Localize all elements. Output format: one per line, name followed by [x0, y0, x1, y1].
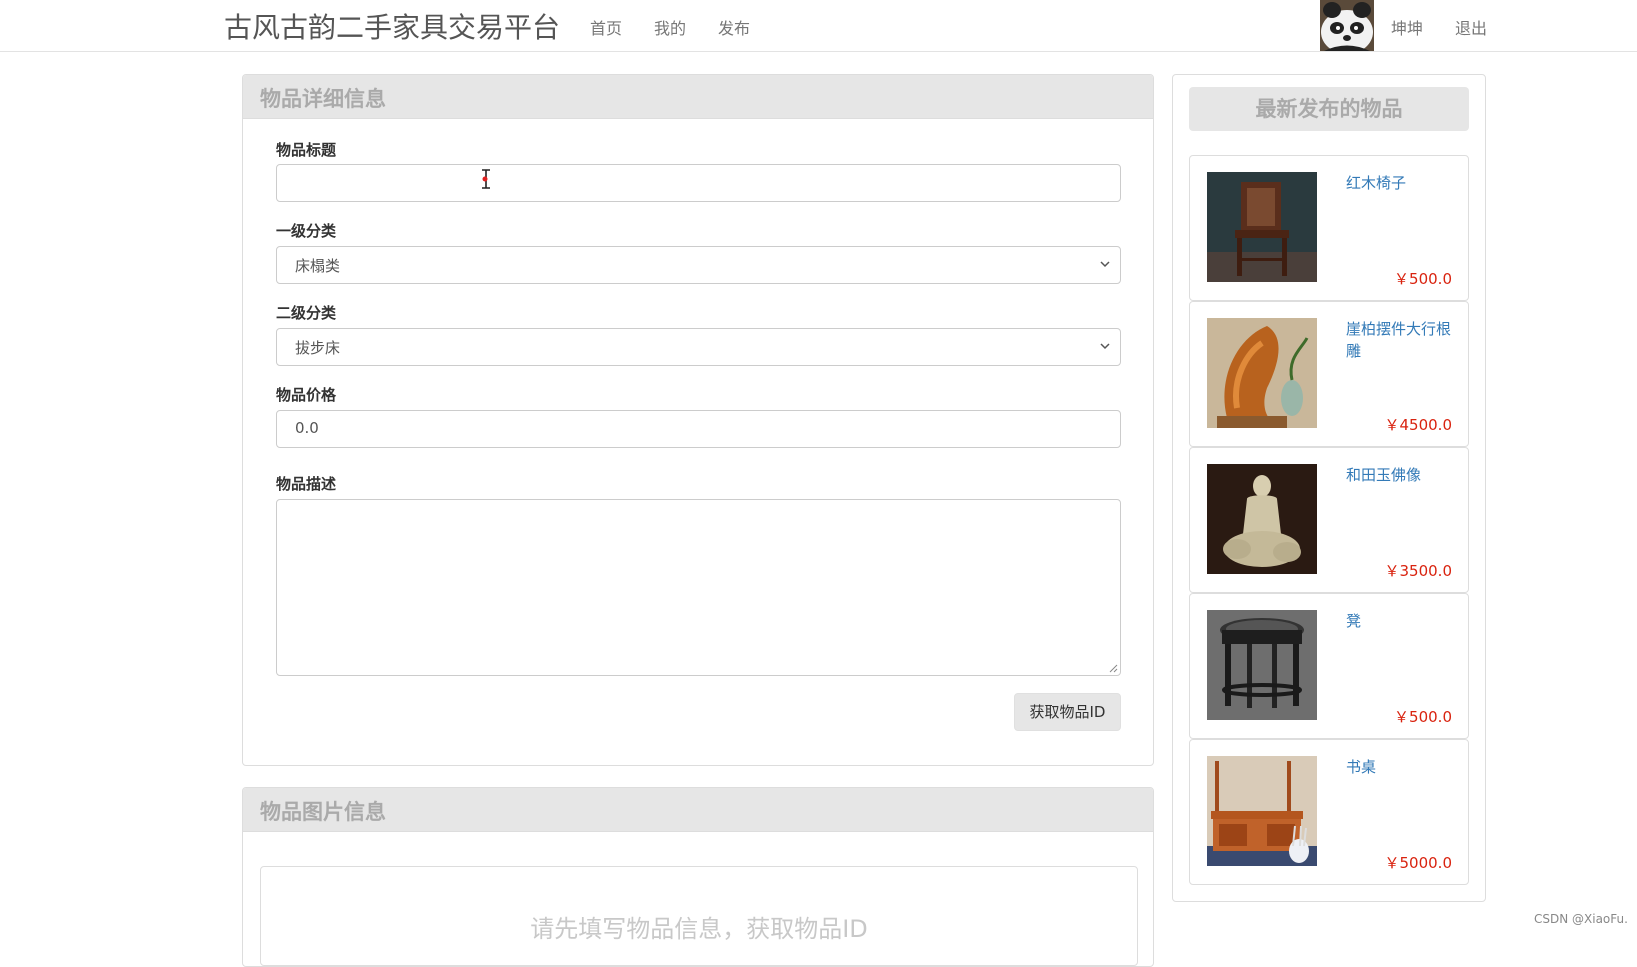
category1-select[interactable]: 床榻类 — [276, 246, 1121, 284]
item-title-link[interactable]: 凳 — [1346, 610, 1456, 632]
latest-item-card[interactable]: 和田玉佛像 ￥3500.0 — [1189, 447, 1469, 593]
item-title-input[interactable] — [276, 164, 1121, 202]
item-image-heading: 物品图片信息 — [243, 788, 1153, 832]
item-thumbnail[interactable] — [1207, 464, 1317, 574]
latest-items-heading: 最新发布的物品 — [1189, 87, 1469, 131]
item-price: ￥500.0 — [1394, 708, 1452, 726]
item-price: ￥4500.0 — [1384, 416, 1453, 434]
category2-label: 二级分类 — [276, 304, 337, 322]
item-price: ￥3500.0 — [1384, 562, 1453, 580]
latest-items-sidebar: 最新发布的物品 红木椅子 ￥500.0 崖柏摆件大行根雕 ￥4500.0 和田玉… — [1172, 74, 1486, 902]
category1-label: 一级分类 — [276, 222, 337, 240]
item-thumbnail[interactable] — [1207, 610, 1317, 720]
latest-item-card[interactable]: 红木椅子 ￥500.0 — [1189, 155, 1469, 301]
item-detail-panel: 物品详细信息 物品标题 一级分类 床榻类 二级分类 拔步床 物品价格 0.0 物… — [242, 74, 1154, 766]
item-desc-textarea[interactable] — [276, 499, 1121, 676]
resize-grip-icon[interactable] — [1108, 663, 1118, 673]
item-title-link[interactable]: 红木椅子 — [1346, 172, 1456, 194]
panda-avatar-icon — [1320, 0, 1374, 51]
jade-buddha-image-icon — [1207, 464, 1317, 574]
nav-publish-link[interactable]: 发布 — [718, 15, 750, 39]
image-upload-hint: 请先填写物品信息，获取物品ID — [530, 915, 868, 943]
item-price-input[interactable]: 0.0 — [276, 410, 1121, 448]
item-price: ￥5000.0 — [1384, 854, 1453, 872]
get-item-id-button[interactable]: 获取物品ID — [1014, 693, 1121, 731]
text-cursor-icon — [482, 169, 490, 189]
top-navbar: 古风古韵二手家具交易平台 首页 我的 发布 坤坤 退出 — [0, 0, 1637, 52]
chevron-down-icon — [1100, 343, 1110, 350]
latest-item-card[interactable]: 凳 ￥500.0 — [1189, 593, 1469, 739]
stool-image-icon — [1207, 610, 1317, 720]
item-thumbnail[interactable] — [1207, 172, 1317, 282]
item-title-link[interactable]: 书桌 — [1346, 756, 1456, 778]
item-desc-label: 物品描述 — [276, 475, 337, 493]
item-image-panel: 物品图片信息 请先填写物品信息，获取物品ID — [242, 787, 1154, 967]
item-title-link[interactable]: 和田玉佛像 — [1346, 464, 1456, 486]
item-price-label: 物品价格 — [276, 386, 337, 404]
item-title-link[interactable]: 崖柏摆件大行根雕 — [1346, 318, 1456, 362]
nav-username-link[interactable]: 坤坤 — [1391, 15, 1423, 39]
chair-image-icon — [1207, 172, 1317, 282]
category1-selected-value: 床榻类 — [295, 257, 341, 275]
item-title-label: 物品标题 — [276, 141, 337, 159]
item-thumbnail[interactable] — [1207, 756, 1317, 866]
desk-image-icon — [1207, 756, 1317, 866]
category2-selected-value: 拔步床 — [295, 339, 341, 357]
item-thumbnail[interactable] — [1207, 318, 1317, 428]
latest-item-card[interactable]: 书桌 ￥5000.0 — [1189, 739, 1469, 885]
latest-item-card[interactable]: 崖柏摆件大行根雕 ￥4500.0 — [1189, 301, 1469, 447]
item-detail-heading: 物品详细信息 — [243, 75, 1153, 119]
nav-home-link[interactable]: 首页 — [590, 15, 622, 39]
item-price: ￥500.0 — [1394, 270, 1452, 288]
root-carving-image-icon — [1207, 318, 1317, 428]
site-brand[interactable]: 古风古韵二手家具交易平台 — [224, 6, 560, 46]
category2-select[interactable]: 拔步床 — [276, 328, 1121, 366]
image-upload-placeholder: 请先填写物品信息，获取物品ID — [260, 866, 1138, 966]
chevron-down-icon — [1100, 261, 1110, 268]
nav-mine-link[interactable]: 我的 — [654, 15, 686, 39]
nav-logout-link[interactable]: 退出 — [1455, 15, 1487, 39]
watermark-text: CSDN @XiaoFu. — [1534, 912, 1628, 926]
user-avatar[interactable] — [1320, 0, 1374, 51]
